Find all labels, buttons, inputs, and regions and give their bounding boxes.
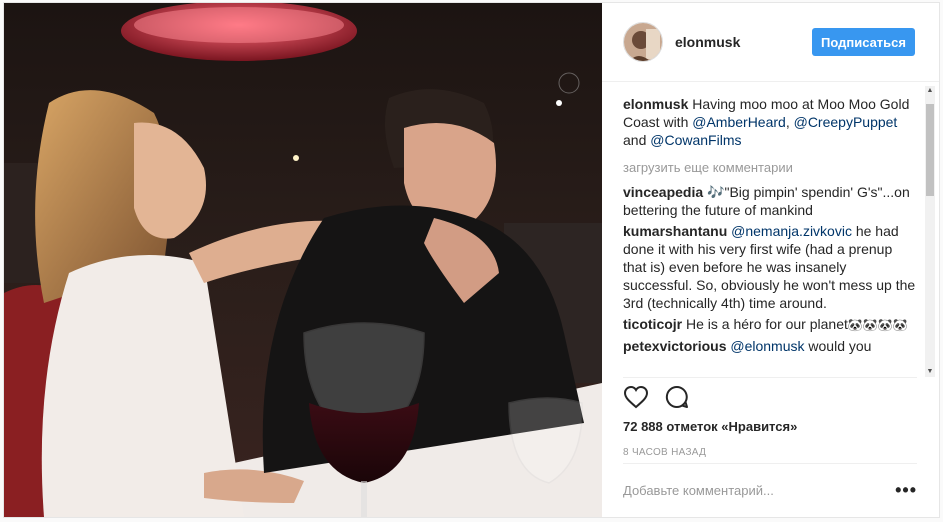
mention-link[interactable]: @CreepyPuppet	[794, 114, 898, 130]
post-image	[4, 3, 602, 517]
comment-input[interactable]	[623, 483, 896, 498]
instagram-post: elonmusk Подписаться elonmusk Having moo…	[3, 2, 940, 518]
post-actions: 72 888 отметок «Нравится» 8 ЧАСОВ НАЗАД	[623, 377, 917, 458]
post-photo[interactable]	[4, 3, 602, 517]
mention-link[interactable]: @CowanFilms	[650, 132, 741, 148]
caption-text: and	[623, 132, 651, 148]
avatar-image	[624, 23, 662, 61]
heart-icon[interactable]	[623, 385, 649, 414]
comment-icon[interactable]	[665, 385, 689, 414]
caption-text: ,	[785, 114, 794, 130]
mention-link[interactable]: @elonmusk	[730, 338, 804, 354]
mention-link[interactable]: @AmberHeard	[692, 114, 786, 130]
post-timestamp[interactable]: 8 ЧАСОВ НАЗАД	[623, 447, 917, 458]
comment-text: He is a héro for our planet	[682, 316, 848, 332]
likes-count[interactable]: 72 888 отметок «Нравится»	[623, 419, 917, 434]
comment-username[interactable]: petexvictorious	[623, 338, 726, 354]
comments-scrollbar[interactable]: ▲ ▼	[925, 86, 935, 377]
post-header: elonmusk Подписаться	[602, 3, 939, 82]
comment-username[interactable]: vinceapedia	[623, 184, 703, 200]
scroll-thumb[interactable]	[926, 104, 934, 196]
comment-username[interactable]: ticoticojr	[623, 316, 682, 332]
caption-username[interactable]: elonmusk	[623, 96, 688, 112]
follow-button[interactable]: Подписаться	[811, 28, 915, 56]
mention-link[interactable]: @nemanja.zivkovic	[731, 223, 852, 239]
scroll-up-arrow-icon[interactable]: ▲	[925, 86, 935, 96]
emoji-text: 🐼🐼🐼🐼	[847, 318, 908, 332]
more-options-icon[interactable]: •••	[895, 480, 917, 501]
list-item: ticoticojr He is a héro for our planet🐼🐼…	[623, 315, 917, 334]
post-sidebar: elonmusk Подписаться elonmusk Having moo…	[602, 3, 939, 517]
comment-username[interactable]: kumarshantanu	[623, 223, 727, 239]
list-item: vinceapedia 🎶"Big pimpin' spendin' G's".…	[623, 183, 917, 219]
caption: elonmusk Having moo moo at Moo Moo Gold …	[623, 95, 917, 149]
action-icons	[623, 381, 917, 417]
list-item: kumarshantanu @nemanja.zivkovic he had d…	[623, 222, 917, 312]
add-comment-section: •••	[623, 463, 917, 517]
list-item: petexvictorious @elonmusk would you	[623, 337, 917, 355]
comments-list[interactable]: elonmusk Having moo moo at Moo Moo Gold …	[602, 82, 939, 377]
comment-text: would you	[804, 338, 872, 354]
scroll-down-arrow-icon[interactable]: ▼	[925, 367, 935, 377]
load-more-comments-link[interactable]: загрузить еще комментарии	[623, 159, 917, 177]
avatar[interactable]	[623, 22, 663, 62]
post-username[interactable]: elonmusk	[675, 34, 812, 50]
